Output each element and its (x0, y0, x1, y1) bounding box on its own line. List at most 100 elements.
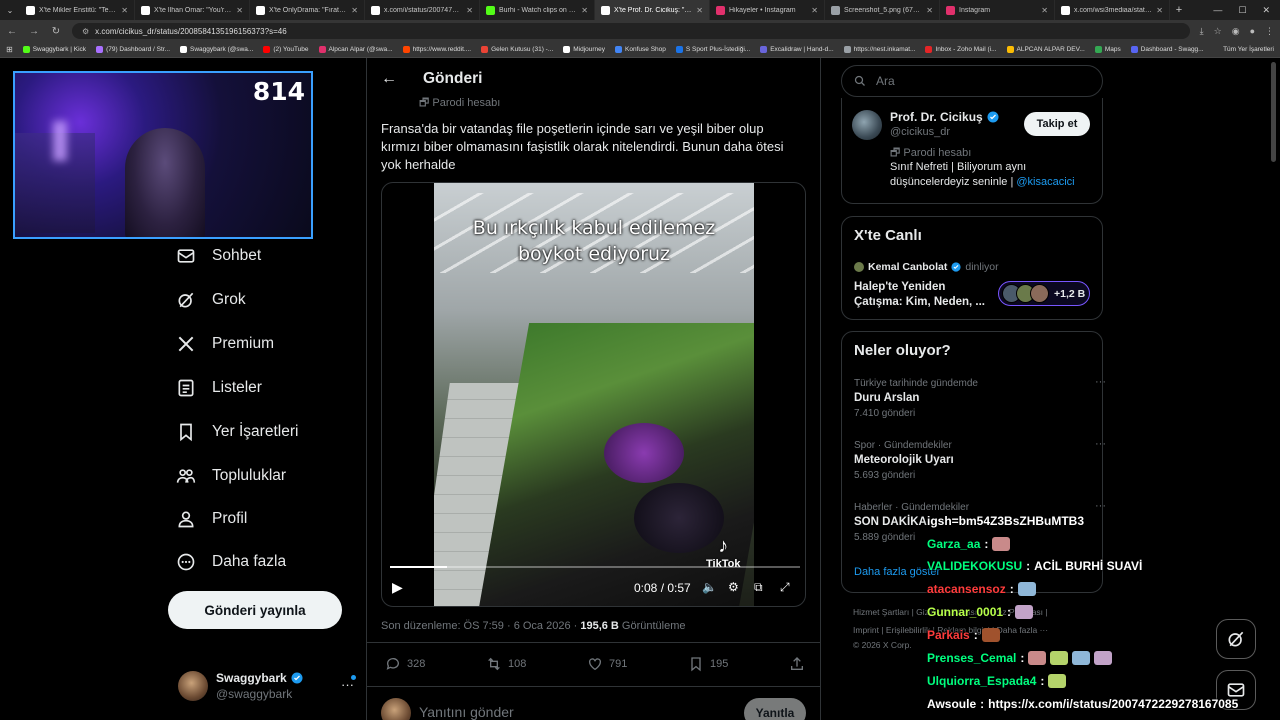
new-tab-button[interactable]: + (1170, 4, 1188, 16)
menu-icon[interactable]: ⋮ (1265, 26, 1274, 37)
bookmark-item[interactable]: Swaggybark (@swa... (180, 46, 253, 53)
reply-button[interactable]: 328 (385, 656, 425, 672)
chat-username[interactable]: Ulquiorra_Espada4 (927, 674, 1036, 688)
bookmark-item[interactable]: Excalidraw | Hand-d... (760, 46, 834, 53)
profile-avatar-icon[interactable]: ● (1250, 26, 1255, 37)
video-progress-bar[interactable] (390, 566, 800, 568)
minimize-button[interactable]: — (1213, 5, 1222, 16)
bookmark-item[interactable]: Midjourney (563, 46, 605, 53)
reload-icon[interactable]: ↻ (50, 26, 62, 37)
install-icon[interactable]: ⤓ (1200, 26, 1204, 37)
tab-close-icon[interactable]: ✕ (121, 6, 128, 15)
bookmark-item[interactable]: (2) YouTube (263, 46, 309, 53)
avatar[interactable] (852, 110, 882, 140)
reply-input[interactable]: Yanıtını gönder (419, 704, 514, 720)
bookmark-item[interactable]: Inbox - Zoho Mail (i... (925, 46, 997, 53)
bookmark-button[interactable]: 195 (688, 656, 728, 672)
author-name[interactable]: Prof. Dr. Cicikuş (890, 110, 983, 124)
live-space-title[interactable]: Halep'te Yeniden Çatışma: Kim, Neden, ..… (854, 280, 994, 310)
tab-close-icon[interactable]: ✕ (811, 6, 818, 15)
settings-icon[interactable]: ⚙ (728, 580, 739, 594)
bookmark-item[interactable]: ALPCAN ALPAR DEV... (1006, 46, 1085, 53)
browser-tab[interactable]: Hikayeler • Instagram ✕ (710, 0, 825, 20)
tab-close-icon[interactable]: ✕ (236, 6, 243, 15)
browser-tab[interactable]: Screenshot_5.png (672×406) ✕ (825, 0, 940, 20)
nav-item-bookmarks[interactable]: Yer İşaretleri (176, 422, 298, 442)
bookmark-item[interactable]: Dashboard - Swagg... (1130, 46, 1204, 53)
tab-close-icon[interactable]: ✕ (1041, 6, 1048, 15)
chat-username[interactable]: Awsoule (927, 697, 976, 711)
back-arrow-icon[interactable]: ← (381, 70, 397, 88)
author-bio-link[interactable]: @kisacacici (1016, 176, 1074, 188)
browser-tab[interactable]: X'te Mikler Enstitü: "Terör örgü✕ (20, 0, 135, 20)
close-window-button[interactable]: ✕ (1262, 5, 1270, 16)
like-button[interactable]: 791 (587, 656, 627, 672)
tab-close-icon[interactable]: ✕ (351, 6, 358, 15)
browser-tab[interactable]: X'te Prof. Dr. Cicikuş: "Fransa ✕ (595, 0, 710, 20)
forward-nav-icon[interactable]: → (28, 26, 40, 37)
tab-close-icon[interactable]: ✕ (696, 6, 703, 15)
browser-tab[interactable]: x.com/i/status/2007472229 ✕ (365, 0, 480, 20)
bookmark-star-icon[interactable]: ☆ (1214, 26, 1222, 37)
trend-more-icon[interactable]: ··· (1095, 500, 1106, 512)
maximize-button[interactable]: ☐ (1238, 5, 1246, 16)
back-nav-icon[interactable]: ← (6, 26, 18, 37)
scrollbar[interactable] (1271, 62, 1276, 162)
account-switcher[interactable]: Swaggybark @swaggybark ··· (178, 669, 358, 703)
chat-username[interactable]: Parkais (927, 628, 970, 642)
browser-tab[interactable]: x.com/wsi3mediaa/status/200✕ (1055, 0, 1170, 20)
bookmark-item[interactable]: https://nest.inkamat... (843, 46, 915, 53)
apps-icon[interactable]: ⊞ (6, 45, 13, 54)
nav-item-premium[interactable]: Premium (176, 334, 274, 354)
search-input[interactable]: Ara (841, 65, 1103, 97)
fullscreen-icon[interactable]: ⤢ (780, 580, 790, 595)
bookmark-item[interactable]: Konfuse Shop (615, 46, 666, 53)
repost-button[interactable]: 108 (486, 656, 526, 672)
chat-username[interactable]: Garza_aa (927, 537, 980, 551)
grok-fab[interactable] (1216, 619, 1256, 659)
nav-item-chat[interactable]: Sohbet (176, 246, 261, 266)
bookmark-item[interactable]: (79) Dashboard / Str... (96, 46, 170, 53)
trend-item[interactable]: Spor · Gündemdekiler Meteorolojik Uyarı … (854, 438, 1106, 481)
nav-item-profile[interactable]: Profil (176, 509, 247, 529)
bookmark-item[interactable]: Maps (1094, 46, 1121, 53)
play-icon[interactable]: ▶ (392, 579, 403, 596)
bookmark-item[interactable]: Swaggybark | Kick (22, 46, 86, 53)
nav-item-communities[interactable]: Topluluklar (176, 466, 286, 486)
chat-username[interactable]: VALIDEKOKUSU (927, 559, 1022, 573)
chat-username[interactable]: Gunnar_0001 (927, 605, 1003, 619)
chat-username[interactable]: Prenses_Cemal (927, 651, 1016, 665)
tab-close-icon[interactable]: ✕ (1156, 6, 1163, 15)
site-info-icon[interactable]: ⚙ (82, 27, 89, 36)
pip-icon[interactable]: ⧉ (754, 580, 763, 595)
nav-item-grok[interactable]: Grok (176, 290, 246, 310)
nav-item-lists[interactable]: Listeler (176, 378, 262, 398)
trend-more-icon[interactable]: ··· (1095, 438, 1106, 450)
url-field[interactable]: ⚙ x.com/cicikus_dr/status/20085841351961… (72, 23, 1190, 39)
share-button[interactable] (789, 656, 805, 672)
all-bookmarks-link[interactable]: Tüm Yer İşaretleri (1223, 46, 1274, 53)
browser-tab[interactable]: Burhi - Watch clips on Kick ✕ (480, 0, 595, 20)
reply-submit-button[interactable]: Yanıtla (744, 698, 806, 720)
post-button[interactable]: Gönderi yayınla (168, 591, 342, 629)
bookmark-item[interactable]: https://www.reddit.... (402, 46, 471, 53)
video-player[interactable]: Bu ırkçılık kabul edilemez boykot ediyor… (381, 182, 806, 607)
chat-username[interactable]: atacansensoz (927, 582, 1006, 596)
follow-button[interactable]: Takip et (1024, 112, 1090, 136)
browser-tab[interactable]: Instagram ✕ (940, 0, 1055, 20)
trend-item[interactable]: Türkiye tarihinde gündemde Duru Arslan 7… (854, 376, 1106, 419)
trend-more-icon[interactable]: ··· (1095, 376, 1106, 388)
bookmark-item[interactable]: S Sport Plus-İstediği... (675, 46, 750, 53)
tab-search-button[interactable]: ⌄ (0, 6, 20, 15)
extension-icon[interactable]: ◉ (1232, 26, 1240, 37)
bookmark-item[interactable]: Alpcan Alpar (@swa... (318, 46, 393, 53)
browser-tab[interactable]: X'te İlhan Omar: "You're lying ✕ (135, 0, 250, 20)
volume-icon[interactable]: 🔈 (702, 580, 717, 594)
tab-close-icon[interactable]: ✕ (466, 6, 473, 15)
nav-item-more[interactable]: Daha fazla (176, 552, 286, 572)
browser-tab[interactable]: X'te OnlyDrama: "Fırat Sobutay ✕ (250, 0, 365, 20)
live-listeners-pill[interactable]: +1,2 B (998, 281, 1090, 306)
tab-close-icon[interactable]: ✕ (581, 6, 588, 15)
bookmark-item[interactable]: Gelen Kutusu (31) -... (481, 46, 553, 53)
tab-close-icon[interactable]: ✕ (926, 6, 933, 15)
